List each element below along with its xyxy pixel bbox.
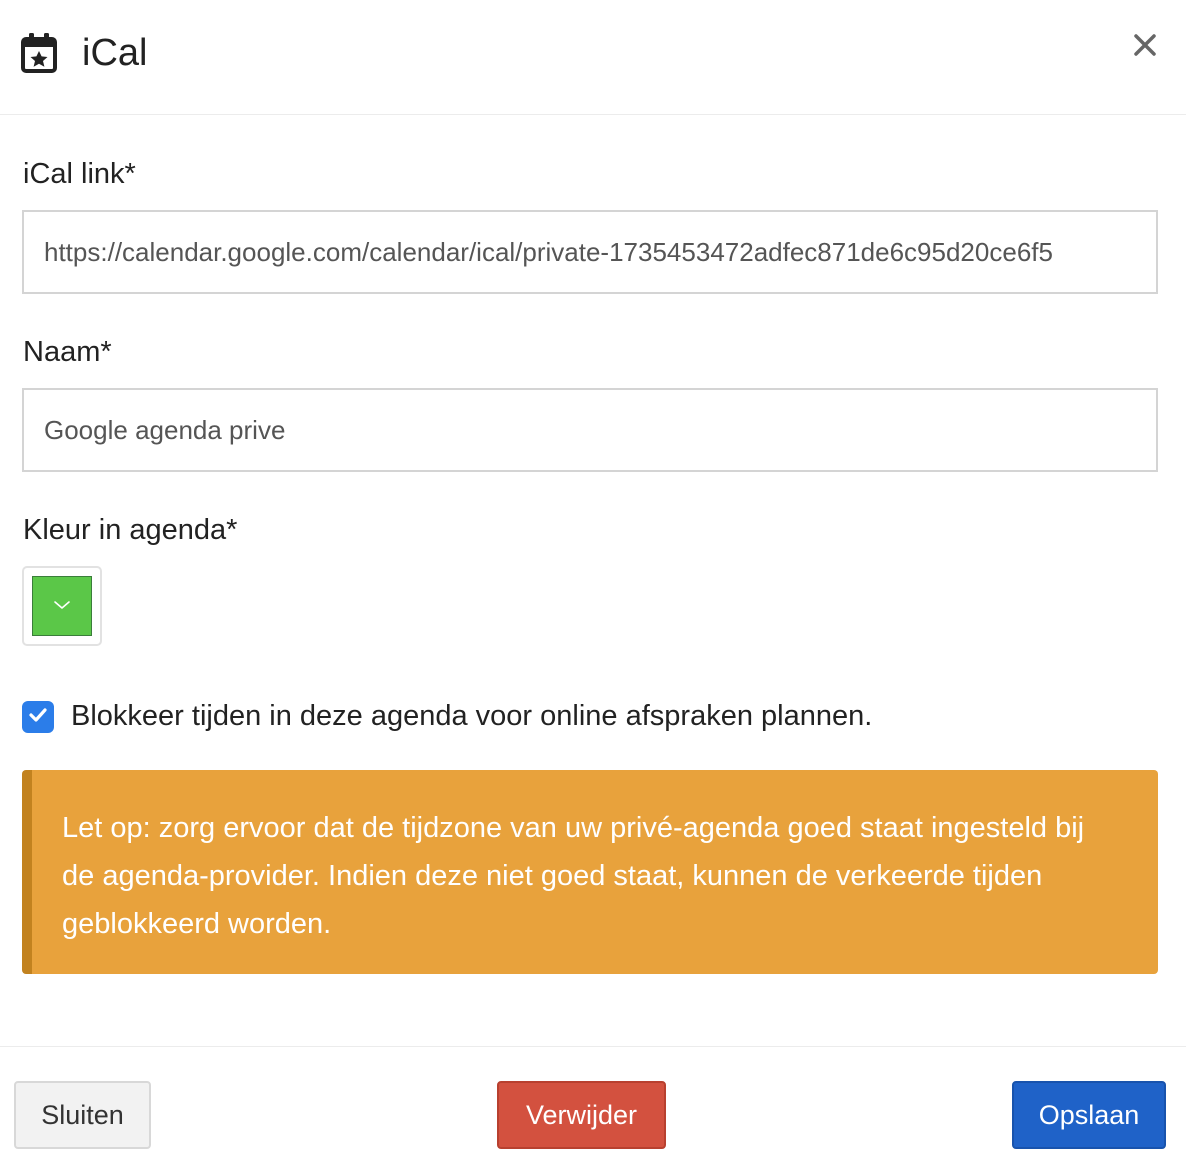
- close-dialog-button[interactable]: Sluiten: [14, 1081, 151, 1149]
- name-label: Naam*: [23, 336, 112, 368]
- block-times-checkbox[interactable]: [22, 701, 54, 733]
- close-icon: [1133, 33, 1157, 62]
- name-input[interactable]: [22, 388, 1158, 472]
- calendar-star-icon: [20, 32, 58, 74]
- alert-text: Let op: zorg ervoor dat de tijdzone van …: [62, 812, 1085, 940]
- modal-header: iCal: [0, 0, 1186, 115]
- timezone-warning-alert: Let op: zorg ervoor dat de tijdzone van …: [22, 770, 1158, 974]
- checkmark-icon: [28, 707, 48, 728]
- save-button[interactable]: Opslaan: [1012, 1081, 1166, 1149]
- color-label: Kleur in agenda*: [23, 514, 238, 546]
- ical-link-input[interactable]: [22, 210, 1158, 294]
- block-times-label[interactable]: Blokkeer tijden in deze agenda voor onli…: [71, 697, 872, 735]
- delete-button[interactable]: Verwijder: [497, 1081, 666, 1149]
- modal-footer: Sluiten Verwijder Opslaan: [0, 1046, 1186, 1174]
- close-button[interactable]: [1126, 28, 1164, 66]
- ical-link-label: iCal link*: [23, 158, 136, 190]
- modal-title: iCal: [82, 32, 148, 74]
- color-swatch: [32, 576, 92, 636]
- chevron-down-icon: [53, 597, 71, 615]
- color-picker[interactable]: [22, 566, 102, 646]
